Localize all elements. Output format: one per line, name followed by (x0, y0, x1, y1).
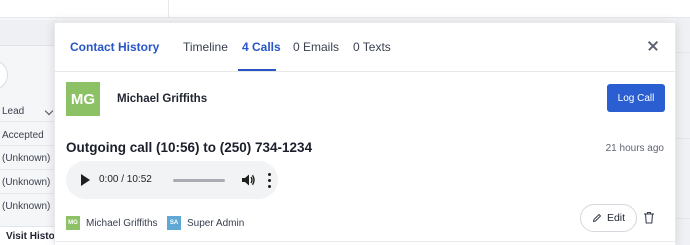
background-round-button (0, 60, 8, 90)
field-divider (0, 145, 56, 146)
background-divider (676, 52, 690, 53)
modal-title: Contact History (70, 40, 160, 54)
background-field: Accepted (0, 127, 56, 145)
background-field: (Unknown) (0, 174, 56, 192)
field-divider (0, 193, 56, 194)
participant-avatar: MG (66, 216, 80, 230)
visit-history-tab[interactable]: Visit Histo (0, 226, 56, 245)
tab-calls[interactable]: 4 Calls (242, 40, 281, 54)
background-field: (Unknown) (0, 198, 56, 216)
topbar-divider (168, 0, 169, 18)
background-topbar (0, 0, 690, 18)
tab-texts[interactable]: 0 Texts (353, 40, 391, 54)
tab-timeline[interactable]: Timeline (183, 40, 228, 54)
contact-history-modal: Contact History Timeline 4 Calls 0 Email… (54, 22, 676, 245)
background-divider (676, 138, 690, 139)
contact-avatar: MG (66, 82, 100, 116)
participant-name: Super Admin (187, 217, 245, 229)
edit-label: Edit (606, 212, 626, 224)
field-value: (Unknown) (2, 201, 51, 212)
field-value: Accepted (2, 130, 44, 141)
call-title: Outgoing call (10:56) to (250) 734-1234 (66, 140, 313, 155)
lead-status-field: Lead (0, 103, 56, 121)
log-call-button[interactable]: Log Call (607, 84, 665, 112)
close-icon[interactable] (645, 38, 661, 54)
background-toolbar (0, 20, 58, 46)
background-tab (6, 3, 20, 15)
audio-seek-bar[interactable] (173, 179, 225, 182)
lead-status-label: Lead (2, 106, 25, 117)
play-icon[interactable] (81, 174, 90, 186)
contact-name: Michael Griffiths (117, 93, 208, 105)
field-value: (Unknown) (2, 177, 51, 188)
edit-button[interactable]: Edit (580, 204, 637, 232)
background-divider (676, 218, 690, 219)
tab-emails[interactable]: 0 Emails (293, 40, 339, 54)
participant-contact: MG Michael Griffiths (66, 216, 158, 230)
participant-avatar: SA (167, 216, 181, 230)
call-timestamp: 21 hours ago (605, 143, 664, 154)
participant-name: Michael Griffiths (86, 217, 158, 229)
active-tab-indicator (238, 69, 276, 71)
chevron-down-icon (44, 106, 54, 116)
volume-icon[interactable] (241, 173, 255, 187)
background-field: (Unknown) (0, 150, 56, 168)
field-divider (0, 121, 56, 122)
card-divider (55, 241, 675, 242)
audio-time: 0:00 / 10:52 (99, 174, 152, 185)
more-options-icon[interactable] (268, 172, 272, 188)
audio-player: 0:00 / 10:52 (66, 161, 278, 199)
pencil-icon (592, 214, 601, 222)
trash-icon[interactable] (643, 211, 655, 224)
field-divider (0, 169, 56, 170)
modal-header: Contact History Timeline 4 Calls 0 Email… (55, 23, 675, 72)
participant-user: SA Super Admin (167, 216, 244, 230)
field-value: (Unknown) (2, 153, 51, 164)
